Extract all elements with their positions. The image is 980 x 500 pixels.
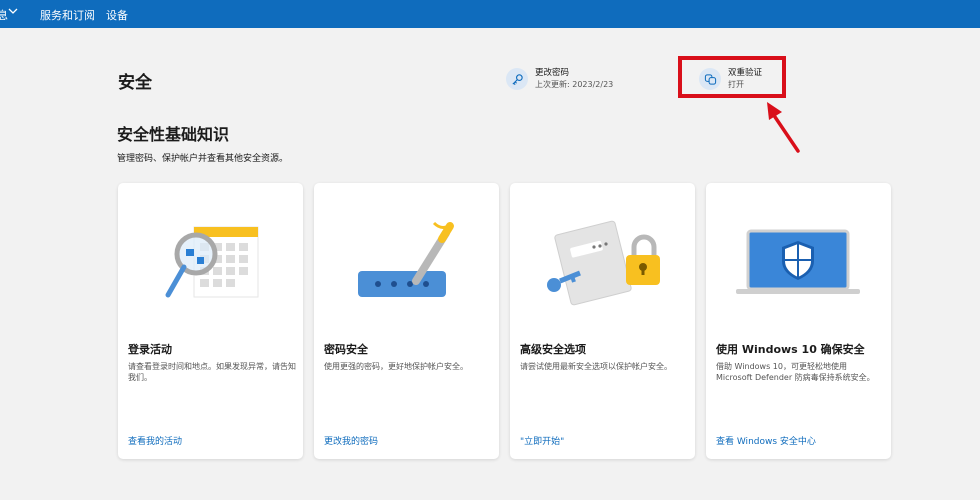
card-description: 请尝试使用最新安全选项以保护帐户安全。: [520, 362, 672, 371]
nav-item-devices[interactable]: 设备: [106, 7, 128, 23]
calendar-magnifier-icon: [165, 226, 259, 298]
view-activity-link[interactable]: 查看我的活动: [128, 434, 182, 447]
get-started-link[interactable]: "立即开始": [520, 434, 564, 447]
change-password-action[interactable]: 更改密码 上次更新: 2023/2/23: [506, 68, 613, 90]
view-windows-security-link[interactable]: 查看 Windows 安全中心: [716, 434, 816, 447]
card-advanced-security: 高级安全选项 请尝试使用最新安全选项以保护帐户安全。 "立即开始": [510, 183, 695, 459]
laptop-shield-icon: [736, 229, 860, 294]
card-description: 使用更强的密码，更好地保护帐户安全。: [324, 362, 468, 371]
change-password-link[interactable]: 更改我的密码: [324, 434, 378, 447]
nav-item-services[interactable]: 服务和订阅: [40, 7, 95, 23]
page-title: 安全: [118, 73, 152, 93]
section-title: 安全性基础知识: [117, 125, 230, 144]
card-description: 请查看登录时间和地点。如果发现异常，请告知我们。: [128, 362, 296, 382]
lock-key-icon: [547, 220, 660, 306]
card-title: 高级安全选项: [520, 343, 586, 356]
change-password-subtitle: 上次更新: 2023/2/23: [535, 80, 614, 89]
chevron-down-icon[interactable]: [8, 6, 18, 16]
annotation-arrow-icon: [767, 102, 800, 153]
card-title: 密码安全: [324, 343, 368, 356]
password-field-pen-icon: [358, 221, 454, 297]
nav-item-partial[interactable]: 息: [0, 7, 8, 23]
change-password-title: 更改密码: [535, 68, 570, 78]
highlight-box: [678, 56, 786, 98]
card-windows-security: 使用 Windows 10 确保安全 借助 Windows 10，可更轻松地使用…: [706, 183, 891, 459]
card-password-security: 密码安全 使用更强的密码，更好地保护帐户安全。 更改我的密码: [314, 183, 499, 459]
section-description: 管理密码、保护帐户并查看其他安全资源。: [117, 154, 289, 164]
card-description: 借助 Windows 10，可更轻松地使用 Microsoft Defender…: [716, 362, 875, 382]
card-title: 登录活动: [128, 343, 172, 356]
card-sign-in-activity: 登录活动 请查看登录时间和地点。如果发现异常，请告知我们。 查看我的活动: [118, 183, 303, 459]
top-nav-bar: 息 服务和订阅 设备: [0, 0, 980, 28]
card-title: 使用 Windows 10 确保安全: [716, 343, 865, 356]
key-icon: [506, 68, 528, 90]
